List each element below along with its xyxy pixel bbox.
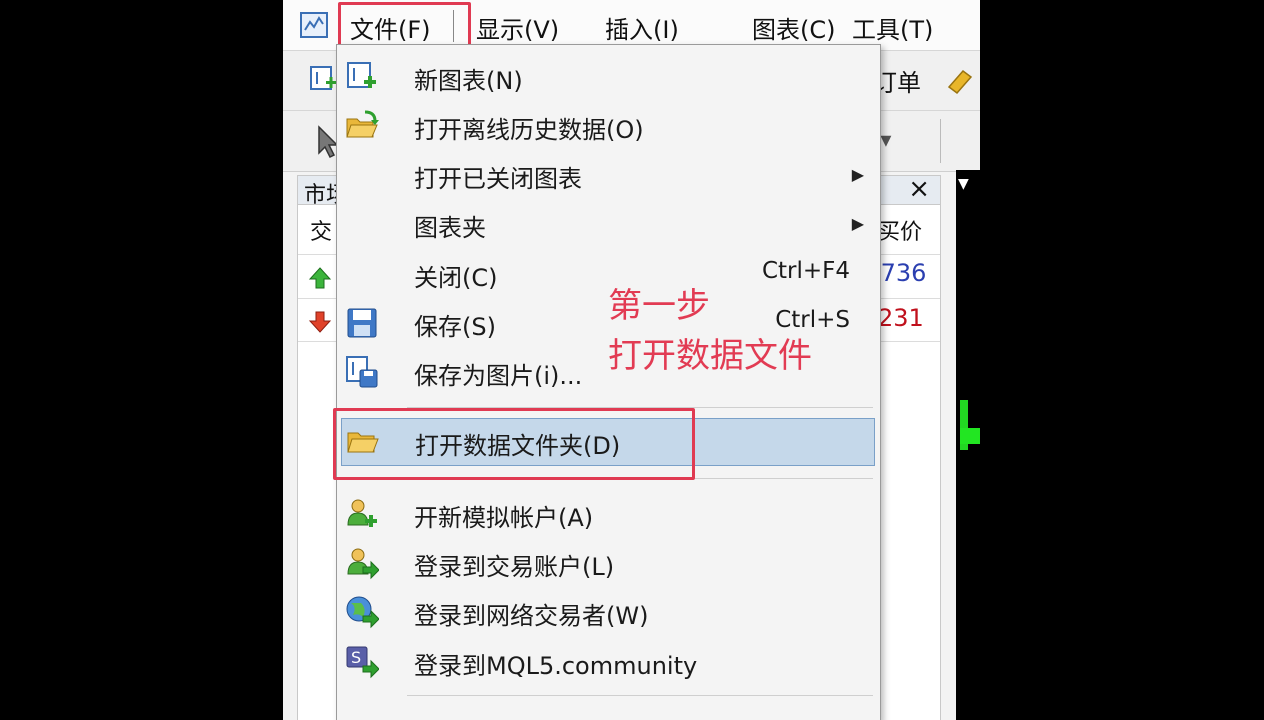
menu-item-label: 登录到MQL5.community <box>414 652 698 680</box>
column-ask[interactable]: 买价 <box>878 214 922 254</box>
menu-item-label: 保存(S) <box>414 313 496 341</box>
menu-item-label: 打开离线历史数据(O) <box>414 116 644 144</box>
ask-price-row-2: 231 <box>878 304 924 332</box>
menu-view[interactable]: 显示(V) <box>476 10 559 45</box>
save-icon <box>347 308 377 338</box>
menu-tools[interactable]: 工具(T) <box>852 10 933 45</box>
svg-text:S: S <box>351 648 361 667</box>
close-icon[interactable]: × <box>908 174 930 204</box>
menu-item-label: 新图表(N) <box>414 67 523 95</box>
login-account-icon <box>347 548 379 580</box>
web-trader-icon <box>346 596 379 629</box>
arrow-down-icon <box>308 311 332 333</box>
app-chart-icon[interactable] <box>299 10 329 40</box>
annotation-step: 第一步 <box>608 286 710 326</box>
annotation-instruction: 打开数据文件 <box>608 336 812 376</box>
menu-item-label: 关闭(C) <box>414 264 498 292</box>
menu-item-login-trade-account[interactable]: 登录到交易账户(L) <box>337 539 880 587</box>
mql5-icon: S <box>346 646 379 679</box>
menu-item-label: 图表夹 <box>414 214 486 242</box>
menu-item-open-demo-account[interactable]: 开新模拟帐户(A) <box>337 490 880 538</box>
file-menu-highlight <box>338 2 471 48</box>
submenu-arrow-icon: ▶ <box>851 165 864 184</box>
menu-item-label: 保存为图片(i)... <box>414 362 583 390</box>
menu-item-login-mql5[interactable]: S 登录到MQL5.community <box>337 638 880 686</box>
toolbar-divider <box>940 119 941 163</box>
new-account-icon <box>347 499 377 527</box>
menu-charts[interactable]: 图表(C) <box>752 10 835 45</box>
menu-item-new-chart[interactable]: 新图表(N) <box>337 53 880 101</box>
app-window: 文件(F) 显示(V) 插入(I) 图表(C) 工具(T) 订单 ⸗▾ 市场 × <box>283 0 980 720</box>
menu-item-open-offline[interactable]: 打开离线历史数据(O) <box>337 102 880 150</box>
arrow-up-icon <box>308 267 332 289</box>
submenu-arrow-icon: ▶ <box>851 214 864 233</box>
menu-insert[interactable]: 插入(I) <box>605 10 679 45</box>
menu-item-profiles[interactable]: 图表夹 ▶ <box>337 200 880 248</box>
chart-candle <box>960 428 980 444</box>
menu-item-label: 登录到交易账户(L) <box>414 553 615 581</box>
ask-price-row-1: .736 <box>873 259 927 287</box>
menu-item-label: 登录到网络交易者(W) <box>414 602 649 630</box>
menu-item-open-closed-charts[interactable]: 打开已关闭图表 ▶ <box>337 151 880 199</box>
open-offline-icon <box>346 110 379 138</box>
menu-item-label: 打开已关闭图表 <box>414 165 582 193</box>
save-picture-icon <box>346 356 378 388</box>
menu-item-label: 开新模拟帐户(A) <box>414 504 594 532</box>
chart-area[interactable]: ▼ <box>956 170 980 720</box>
menu-separator <box>407 695 873 696</box>
file-menu-dropdown: 新图表(N) 打开离线历史数据(O) 打开已关闭图表 ▶ 图表夹 ▶ 关闭(C)… <box>336 44 881 720</box>
data-folder-highlight <box>333 408 695 480</box>
new-chart-icon <box>347 62 376 88</box>
menu-item-shortcut: Ctrl+F4 <box>761 258 850 284</box>
menu-item-login-web-trader[interactable]: 登录到网络交易者(W) <box>337 588 880 636</box>
pencil-icon[interactable] <box>945 65 975 95</box>
column-symbol[interactable]: 交 <box>310 214 332 254</box>
new-chart-toolbar-icon[interactable] <box>309 65 339 95</box>
menu-bar: 文件(F) 显示(V) 插入(I) 图表(C) 工具(T) <box>283 0 980 50</box>
chart-marker-icon: ▼ <box>958 176 969 192</box>
